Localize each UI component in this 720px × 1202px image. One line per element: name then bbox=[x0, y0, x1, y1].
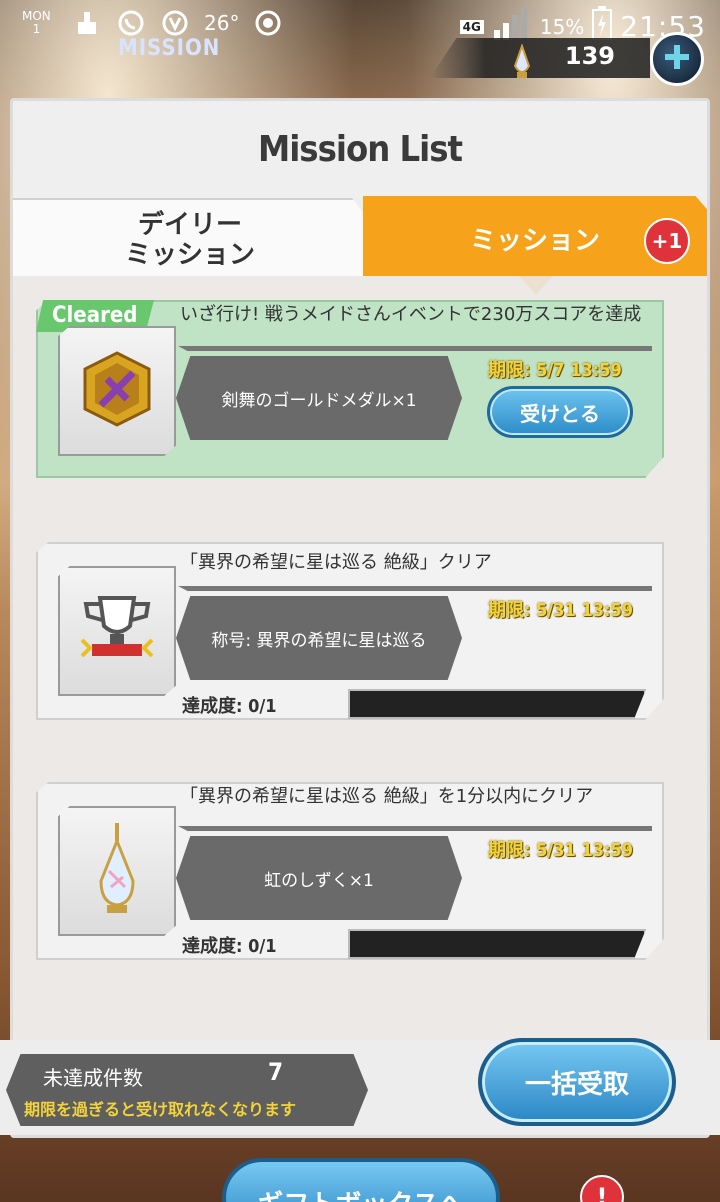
mission-reward: 虹のしずく×1 bbox=[176, 836, 462, 920]
mission-reward: 称号: 異界の希望に星は巡る bbox=[176, 596, 462, 680]
tab-mission-badge: +1 bbox=[644, 218, 690, 264]
title-divider bbox=[178, 586, 652, 591]
status-date-label: 1 bbox=[32, 22, 41, 36]
claim-all-button[interactable]: 一括受取 bbox=[478, 1038, 676, 1126]
claim-button[interactable]: 受けとる bbox=[487, 386, 633, 438]
mission-icon-box bbox=[58, 806, 176, 936]
mission-title: いざ行け! 戦うメイドさんイベントで230万スコアを達成 bbox=[180, 304, 642, 325]
trophy-icon bbox=[74, 586, 160, 676]
tab-daily-mission[interactable]: デイリー ミッション bbox=[13, 198, 370, 276]
mission-icon-box bbox=[58, 566, 176, 696]
network-label: 4G bbox=[459, 19, 484, 34]
mission-deadline: 期限: 5/31 13:59 bbox=[488, 840, 634, 861]
rainbow-drop-icon bbox=[87, 821, 147, 921]
mission-icon-box bbox=[58, 326, 176, 456]
title-divider bbox=[178, 826, 652, 831]
mission-deadline: 期限: 5/7 13:59 bbox=[488, 360, 622, 381]
tab-daily-label-line1: デイリー bbox=[137, 210, 242, 240]
gold-medal-icon bbox=[77, 349, 157, 433]
whatsapp-icon bbox=[116, 8, 146, 38]
unachieved-label: 未達成件数 bbox=[43, 1066, 143, 1090]
tab-daily-label-line2: ミッション bbox=[124, 240, 255, 270]
battery-percent: 15% bbox=[539, 14, 585, 39]
mission-title: 「異界の希望に星は巡る 絶級」クリア bbox=[180, 552, 492, 573]
rainbow-drop-currency-icon bbox=[509, 42, 535, 80]
tab-mission-label: ミッション bbox=[470, 226, 601, 256]
mission-title: 「異界の希望に星は巡る 絶級」を1分以内にクリア bbox=[180, 786, 594, 807]
mission-progress-bar bbox=[348, 929, 646, 959]
gift-box-button[interactable]: ギフトボックスへ bbox=[222, 1158, 500, 1202]
unachieved-count: 7 bbox=[268, 1058, 284, 1086]
mission-progress-label: 達成度: 0/1 bbox=[182, 696, 277, 717]
panel-title: Mission List bbox=[257, 129, 463, 170]
add-currency-button[interactable] bbox=[650, 32, 704, 86]
screen-title: MISSION bbox=[118, 36, 221, 61]
currency-bar bbox=[430, 38, 650, 78]
plus-icon bbox=[663, 43, 691, 75]
mission-progress-bar bbox=[348, 689, 646, 719]
temperature-label: 26° bbox=[204, 11, 240, 35]
expiry-note: 期限を過ぎると受け取れなくなります bbox=[24, 1100, 297, 1119]
broom-icon bbox=[72, 8, 102, 38]
unachieved-panel: 未達成件数 7 期限を過ぎると受け取れなくなります bbox=[6, 1054, 368, 1126]
mission-progress-label: 達成度: 0/1 bbox=[182, 936, 277, 957]
currency-value: 139 bbox=[564, 42, 615, 70]
title-divider bbox=[178, 346, 652, 351]
status-day: MON 1 bbox=[22, 10, 51, 36]
aperture-icon bbox=[253, 8, 283, 38]
mission-reward: 剣舞のゴールドメダル×1 bbox=[176, 356, 462, 440]
mission-deadline: 期限: 5/31 13:59 bbox=[488, 600, 634, 621]
vpn-icon bbox=[160, 8, 190, 38]
